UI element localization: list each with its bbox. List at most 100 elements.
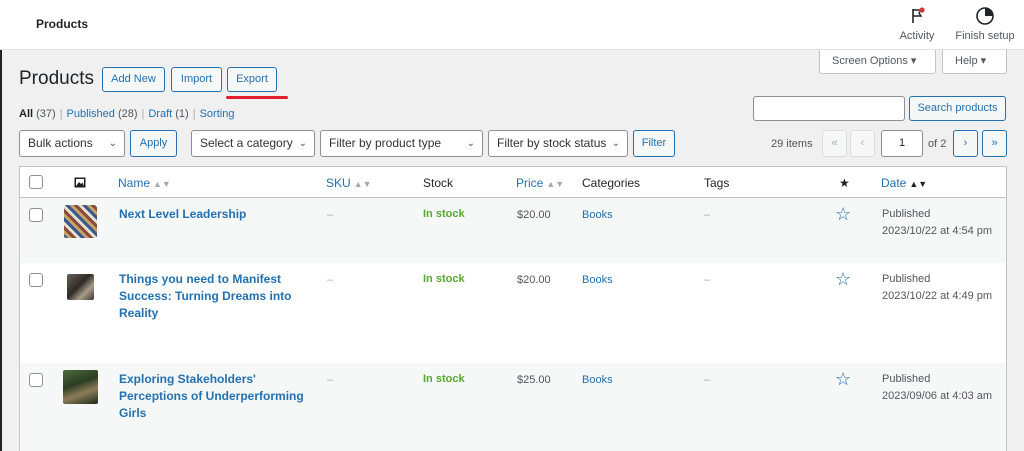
col-sku[interactable]: SKU ▲▼ xyxy=(326,176,372,190)
window-edge xyxy=(0,0,2,451)
product-name-line: Reality xyxy=(119,306,159,320)
apply-button[interactable]: Apply xyxy=(130,130,177,157)
date-text: 2023/10/22 at 4:54 pm xyxy=(882,225,993,237)
price-cell: $20.00 xyxy=(517,274,551,286)
col-categories: Categories xyxy=(582,176,641,190)
chevron-down-icon: ⌄ xyxy=(611,138,620,149)
stock-status-value: Filter by stock status xyxy=(497,136,607,150)
product-name-link[interactable]: Exploring Stakeholders' Perceptions of U… xyxy=(119,371,309,422)
sort-icon: ▲▼ xyxy=(353,179,372,189)
status-text: Published xyxy=(882,208,931,220)
category-link[interactable]: Books xyxy=(582,274,613,286)
col-name[interactable]: Name ▲▼ xyxy=(118,176,171,190)
product-type-select[interactable]: Filter by product type ⌄ xyxy=(320,130,483,157)
product-type-value: Filter by product type xyxy=(329,136,442,150)
chevron-down-icon: ⌄ xyxy=(466,138,475,149)
prev-page-button[interactable]: ‹ xyxy=(850,130,875,157)
category-link[interactable]: Books xyxy=(582,374,613,386)
col-date-label: Date xyxy=(881,176,907,190)
view-sorting[interactable]: Sorting xyxy=(200,108,235,120)
view-draft[interactable]: Draft xyxy=(148,108,172,120)
image-icon xyxy=(74,177,86,188)
row-checkbox[interactable] xyxy=(29,373,43,387)
col-price[interactable]: Price ▲▼ xyxy=(516,176,564,190)
last-page-button[interactable]: » xyxy=(982,130,1007,157)
product-name-line: Next Level Leadership xyxy=(119,207,247,221)
product-name-line: Things you need to Manifest xyxy=(119,272,282,286)
search-products-button[interactable]: Search products xyxy=(909,96,1006,121)
view-published[interactable]: Published xyxy=(67,108,115,120)
price-cell: $20.00 xyxy=(517,209,551,221)
add-new-button[interactable]: Add New xyxy=(102,67,165,92)
activity-button[interactable]: Activity xyxy=(896,6,938,42)
flag-icon xyxy=(912,7,925,23)
page-title: Products xyxy=(19,68,94,89)
date-cell: Published 2023/10/22 at 4:54 pm xyxy=(882,206,992,240)
view-all[interactable]: All xyxy=(19,108,33,120)
chevron-down-icon: ⌄ xyxy=(298,138,307,149)
product-name-line: Success: Turning Dreams into xyxy=(119,289,292,303)
product-thumbnail[interactable] xyxy=(63,370,98,404)
col-sku-label: SKU xyxy=(326,176,351,190)
status-text: Published xyxy=(882,273,931,285)
col-price-label: Price xyxy=(516,176,544,190)
screen-options-button[interactable]: Screen Options ▾ xyxy=(819,50,936,74)
top-bar: Products Activity Finish setup xyxy=(0,0,1024,50)
table-header: Name ▲▼ SKU ▲▼ Stock Price ▲▼ Categories Ta… xyxy=(20,167,1006,198)
tags-cell: – xyxy=(704,274,711,286)
date-text: 2023/10/22 at 4:49 pm xyxy=(882,290,993,302)
search-input[interactable] xyxy=(753,96,905,121)
sort-icon: ▲▼ xyxy=(546,179,565,189)
category-select[interactable]: Select a category ⌄ xyxy=(191,130,315,157)
row-checkbox[interactable] xyxy=(29,273,43,287)
total-pages: of 2 xyxy=(928,138,947,150)
finish-setup-button[interactable]: Finish setup xyxy=(952,6,1018,42)
table-row: Things you need to Manifest Success: Tur… xyxy=(20,263,1006,363)
tags-cell: – xyxy=(704,374,711,386)
tags-cell: – xyxy=(704,209,711,221)
stock-cell: In stock xyxy=(423,208,465,220)
product-name-line: Perceptions of Underperforming xyxy=(119,389,304,403)
sort-icon: ▲▼ xyxy=(909,179,928,189)
category-value: Select a category xyxy=(200,136,293,150)
category-link[interactable]: Books xyxy=(582,209,613,221)
sku-cell: – xyxy=(327,209,334,221)
col-date[interactable]: Date ▲▼ xyxy=(881,176,927,190)
view-published-count: (28) xyxy=(117,108,138,120)
bulk-actions-value: Bulk actions xyxy=(28,136,93,150)
view-all-count: (37) xyxy=(36,108,56,120)
activity-label: Activity xyxy=(899,30,935,42)
star-icon[interactable]: ☆ xyxy=(835,270,851,288)
col-featured[interactable]: ★ xyxy=(839,176,850,190)
date-cell: Published 2023/09/06 at 4:03 am xyxy=(882,371,992,405)
date-text: 2023/09/06 at 4:03 am xyxy=(882,390,993,402)
star-icon[interactable]: ☆ xyxy=(835,370,851,388)
current-page-input[interactable]: 1 xyxy=(881,130,923,157)
product-name-link[interactable]: Things you need to Manifest Success: Tur… xyxy=(119,271,309,322)
next-page-button[interactable]: › xyxy=(953,130,978,157)
stock-cell: In stock xyxy=(423,273,465,285)
row-checkbox[interactable] xyxy=(29,208,43,222)
filter-button[interactable]: Filter xyxy=(633,130,675,157)
export-button[interactable]: Export xyxy=(227,67,277,92)
first-page-button[interactable]: « xyxy=(822,130,847,157)
product-name-link[interactable]: Next Level Leadership xyxy=(119,206,309,223)
import-button[interactable]: Import xyxy=(171,67,222,92)
star-icon[interactable]: ☆ xyxy=(835,205,851,223)
product-thumbnail[interactable] xyxy=(67,274,94,300)
date-cell: Published 2023/10/22 at 4:49 pm xyxy=(882,271,992,305)
stock-status-select[interactable]: Filter by stock status ⌄ xyxy=(488,130,628,157)
status-text: Published xyxy=(882,373,931,385)
col-tags: Tags xyxy=(704,176,730,190)
chevron-down-icon: ⌄ xyxy=(108,138,117,149)
col-stock: Stock xyxy=(423,176,454,190)
table-row: Exploring Stakeholders' Perceptions of U… xyxy=(20,363,1006,451)
product-thumbnail[interactable] xyxy=(64,205,97,238)
help-button[interactable]: Help ▾ xyxy=(942,50,1007,74)
bulk-actions-select[interactable]: Bulk actions ⌄ xyxy=(19,130,125,157)
sort-icon: ▲▼ xyxy=(153,179,171,189)
select-all-checkbox[interactable] xyxy=(29,175,43,189)
progress-circle-icon xyxy=(976,7,994,25)
status-views: All (37) | Published (28) | Draft (1) | Sortin… xyxy=(19,108,235,120)
sku-cell: – xyxy=(327,374,334,386)
